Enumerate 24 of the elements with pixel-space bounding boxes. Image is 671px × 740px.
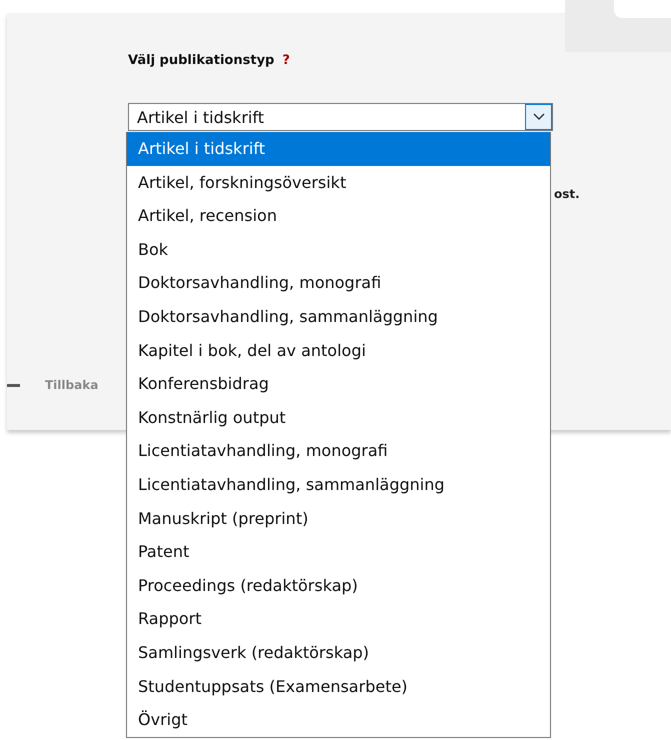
- dropdown-option[interactable]: Studentuppsats (Examensarbete): [127, 670, 550, 704]
- info-text: ost.: [554, 187, 580, 201]
- type-dropdown[interactable]: Artikel i tidskrift: [128, 103, 553, 131]
- dropdown-option[interactable]: Patent: [127, 535, 550, 569]
- dropdown-option[interactable]: Rapport: [127, 602, 550, 636]
- dropdown-option[interactable]: Kapitel i bok, del av antologi: [127, 334, 550, 368]
- dropdown-option[interactable]: Doktorsavhandling, monografi: [127, 266, 550, 300]
- help-link[interactable]: ?: [282, 53, 290, 68]
- field-label: Välj publikationstyp: [128, 53, 274, 68]
- dropdown-option[interactable]: Övrigt: [127, 703, 550, 737]
- dropdown-option[interactable]: Konstnärlig output: [127, 400, 550, 434]
- dropdown-option[interactable]: Artikel i tidskrift: [127, 132, 550, 166]
- dropdown-option[interactable]: Artikel, forskningsöversikt: [127, 166, 550, 200]
- dropdown-option[interactable]: Artikel, recension: [127, 199, 550, 233]
- dropdown-option[interactable]: Samlingsverk (redaktörskap): [127, 636, 550, 670]
- dropdown-option[interactable]: Doktorsavhandling, sammanläggning: [127, 300, 550, 334]
- dropdown-option[interactable]: Konferensbidrag: [127, 367, 550, 401]
- dropdown-option[interactable]: Manuskript (preprint): [127, 502, 550, 536]
- dropdown-option[interactable]: Licentiatavhandling, sammanläggning: [127, 468, 550, 502]
- dash-icon: [7, 384, 20, 386]
- dropdown-option[interactable]: Bok: [127, 232, 550, 266]
- dropdown-option[interactable]: Proceedings (redaktörskap): [127, 568, 550, 602]
- chevron-icon: [532, 113, 544, 121]
- dropdown-option[interactable]: Licentiatavhandling, monografi: [127, 434, 550, 468]
